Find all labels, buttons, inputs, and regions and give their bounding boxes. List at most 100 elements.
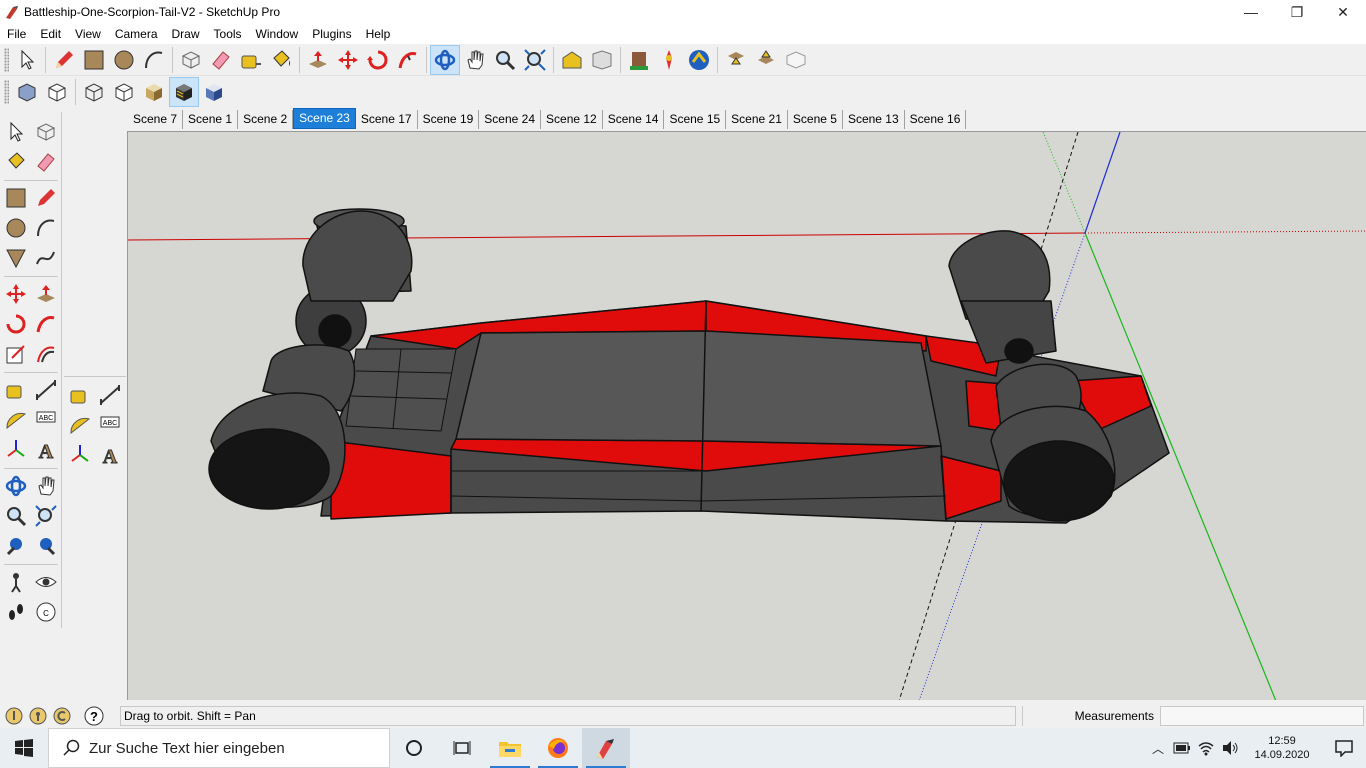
pan-tool-button[interactable] [460,45,490,75]
pencil-tool-button[interactable] [32,184,60,212]
scene-tab[interactable]: Scene 21 [726,110,788,129]
scene-tab[interactable]: Scene 15 [664,110,727,129]
arc-tool-button[interactable] [32,214,60,242]
back-edges-button[interactable] [42,77,72,107]
zoom-extents-button[interactable] [520,45,550,75]
push-pull-button[interactable] [303,45,333,75]
pencil-tool-button[interactable] [49,45,79,75]
hidden-line-button[interactable] [109,77,139,107]
arc-tool-button[interactable] [139,45,169,75]
zoom-tool-button[interactable] [490,45,520,75]
make-component-button[interactable] [176,45,206,75]
circle-tool-button[interactable] [109,45,139,75]
tape-measure-button-2[interactable] [66,381,94,409]
menu-tools[interactable]: Tools [207,24,249,44]
scene-tab[interactable]: Scene 13 [842,110,905,129]
battleship-model[interactable] [208,208,1170,524]
move-tool-button[interactable] [2,280,30,308]
maximize-button[interactable]: ❐ [1274,0,1320,24]
wireframe-button[interactable] [79,77,109,107]
text-tool-button-2[interactable]: ABC [96,411,124,439]
zoom-extents-button[interactable] [32,502,60,530]
cortana-button[interactable] [390,728,438,768]
select-tool-button[interactable] [12,45,42,75]
clock[interactable]: 12:59 14.09.2020 [1242,734,1322,762]
scene-tab[interactable]: Scene 16 [904,110,967,129]
orbit-tool-button[interactable] [430,44,460,75]
firefox-button[interactable] [534,728,582,768]
select-tool-button[interactable] [2,118,30,146]
scene-tab[interactable]: Scene 24 [479,110,542,129]
upload-button[interactable] [684,45,714,75]
protractor-tool-button-2[interactable] [66,411,94,439]
menu-edit[interactable]: Edit [33,24,68,44]
components-button[interactable] [624,45,654,75]
scale-tool-button[interactable] [2,340,30,368]
menu-draw[interactable]: Draw [165,24,207,44]
signed-in-icon[interactable] [52,706,72,726]
previous-view-button[interactable] [2,532,30,560]
move-tool-button[interactable] [333,45,363,75]
walk-tool-button[interactable] [2,598,30,626]
menu-help[interactable]: Help [359,24,398,44]
share-model-button[interactable] [587,45,617,75]
polygon-tool-button[interactable] [2,244,30,272]
text-tool-button[interactable]: ABC [32,406,60,434]
next-view-button[interactable] [32,532,60,560]
sandbox-button[interactable] [751,45,781,75]
start-button[interactable] [0,728,48,768]
axes-tool-button-2[interactable] [66,441,94,469]
scene-tab[interactable]: Scene 19 [417,110,480,129]
close-button[interactable]: ✕ [1320,0,1366,24]
scene-tab[interactable]: Scene 5 [787,110,843,129]
download-button[interactable] [721,45,751,75]
scene-tab[interactable]: Scene 17 [355,110,418,129]
measurements-input[interactable] [1160,706,1364,726]
toolbar-grip[interactable] [4,47,9,72]
wifi-icon[interactable] [1194,728,1218,768]
sketchup-taskbar-button[interactable] [582,728,630,768]
axes-tool-button[interactable] [2,436,30,464]
rotate-tool-button[interactable] [363,45,393,75]
warehouse-button[interactable] [557,45,587,75]
show-hidden-icons-icon[interactable]: ︿ [1146,728,1170,768]
dimension-tool-button-2[interactable] [96,381,124,409]
freehand-tool-button[interactable] [32,244,60,272]
follow-me-button[interactable] [32,310,60,338]
follow-me-button[interactable] [393,45,423,75]
circle-tool-button[interactable] [2,214,30,242]
orbit-tool-button[interactable] [2,472,30,500]
paint-bucket-button[interactable] [266,45,296,75]
rotate-tool-button[interactable] [2,310,30,338]
monochrome-button[interactable] [199,77,229,107]
scene-tab[interactable]: Scene 12 [541,110,603,129]
scene-tab[interactable]: Scene 23 [293,108,356,129]
task-view-button[interactable] [438,728,486,768]
rectangle-tool-button[interactable] [2,184,30,212]
scene-tab[interactable]: Scene 14 [602,110,665,129]
menu-view[interactable]: View [68,24,108,44]
file-explorer-button[interactable] [486,728,534,768]
help-icon[interactable]: ? [84,706,104,726]
credits-icon[interactable] [28,706,48,726]
protractor-tool-button[interactable] [2,406,30,434]
geo-location-icon[interactable] [4,706,24,726]
3d-text-tool-button[interactable]: A [32,436,60,464]
notification-center-button[interactable] [1322,728,1366,768]
scene-tab[interactable]: Scene 2 [238,110,294,129]
menu-window[interactable]: Window [249,24,306,44]
taskbar-search[interactable]: Zur Suche Text hier eingeben [48,728,390,768]
eraser-tool-button[interactable] [206,45,236,75]
extension-warehouse-button[interactable] [654,45,684,75]
zoom-tool-button[interactable] [2,502,30,530]
toolbar-grip[interactable] [4,80,9,104]
tape-measure-button[interactable] [236,45,266,75]
menu-plugins[interactable]: Plugins [305,24,358,44]
scene-tab[interactable]: Scene 7 [128,110,184,129]
3d-text-tool-button-2[interactable]: A [96,441,124,469]
volume-icon[interactable] [1218,728,1242,768]
xray-button[interactable] [12,77,42,107]
make-component-button[interactable] [32,118,60,146]
transparent-button[interactable] [781,45,811,75]
minimize-button[interactable]: — [1228,0,1274,24]
